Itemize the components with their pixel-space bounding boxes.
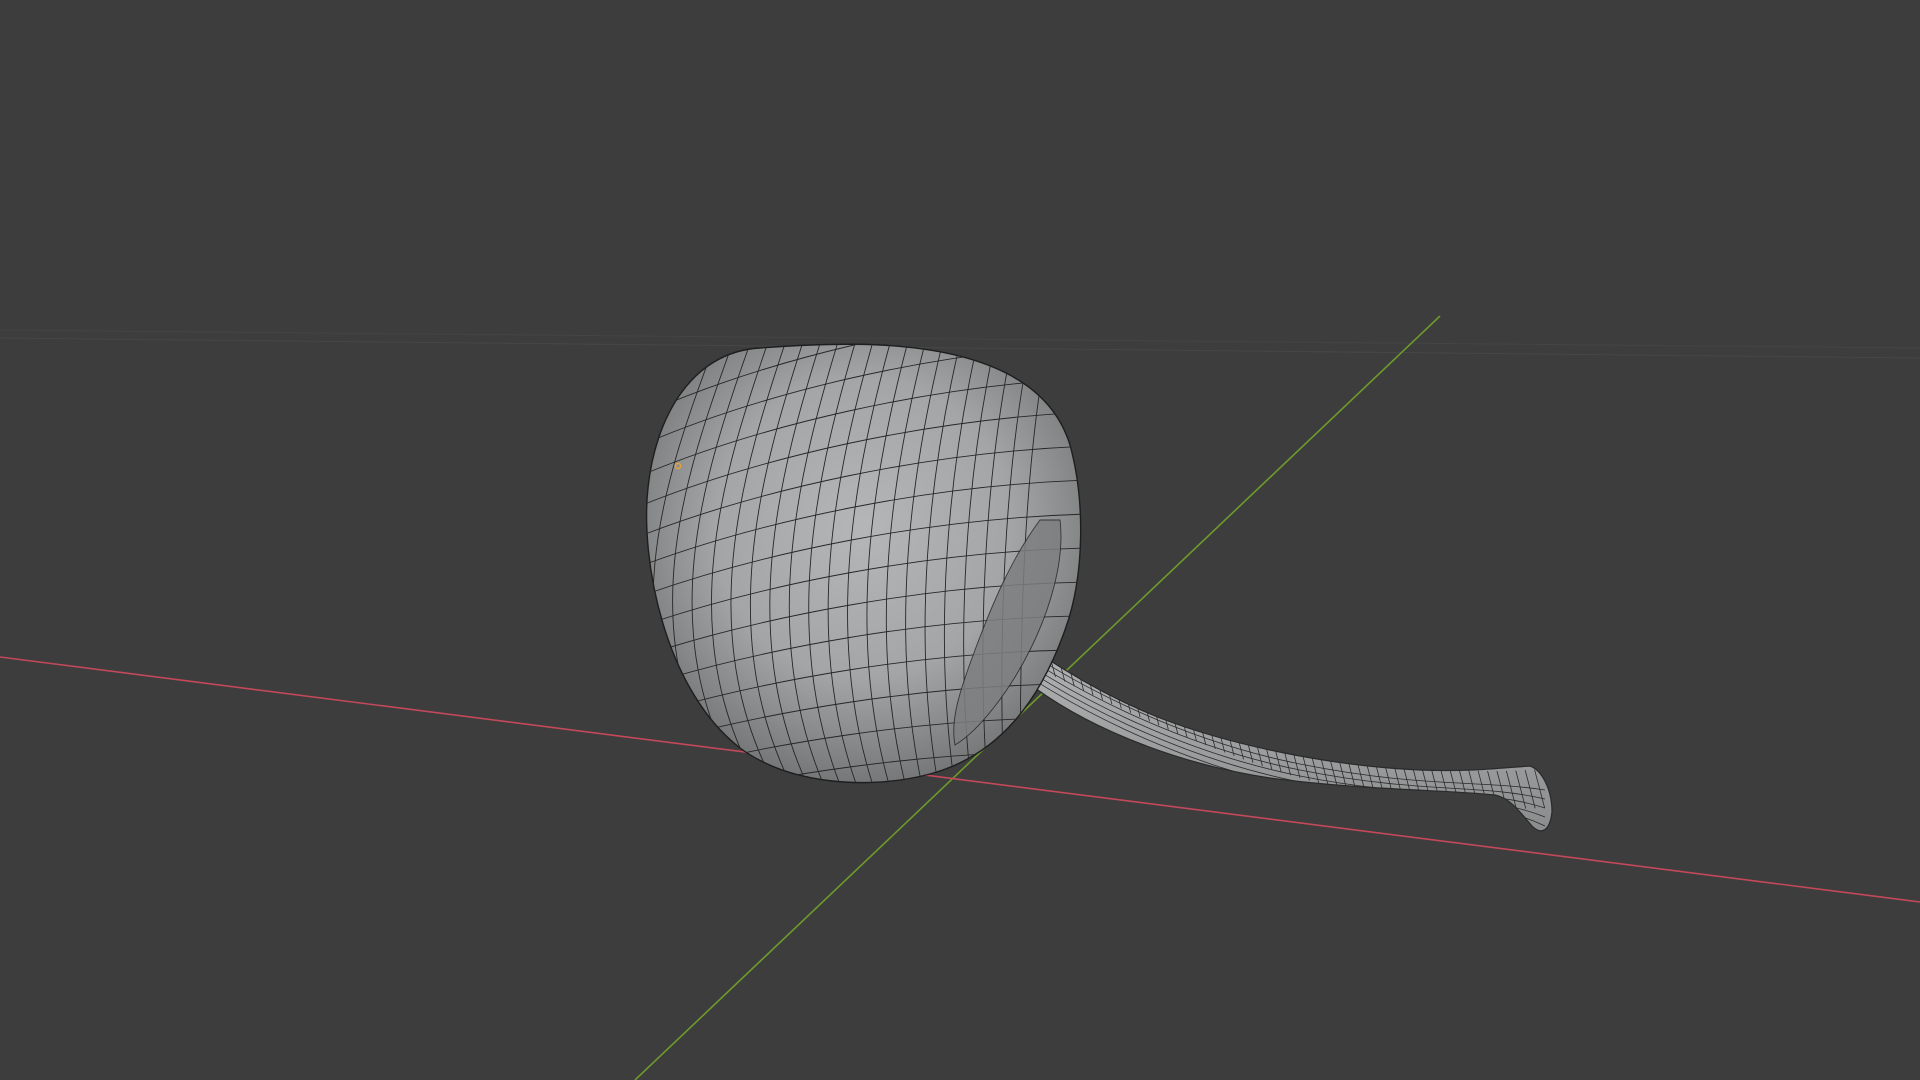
viewport-canvas[interactable] bbox=[0, 0, 1920, 1080]
cherry-body-mesh[interactable] bbox=[630, 310, 1090, 810]
grid-floor bbox=[0, 329, 1920, 359]
cherry-stem-mesh[interactable] bbox=[989, 611, 1554, 832]
3d-viewport[interactable] bbox=[0, 0, 1920, 1080]
